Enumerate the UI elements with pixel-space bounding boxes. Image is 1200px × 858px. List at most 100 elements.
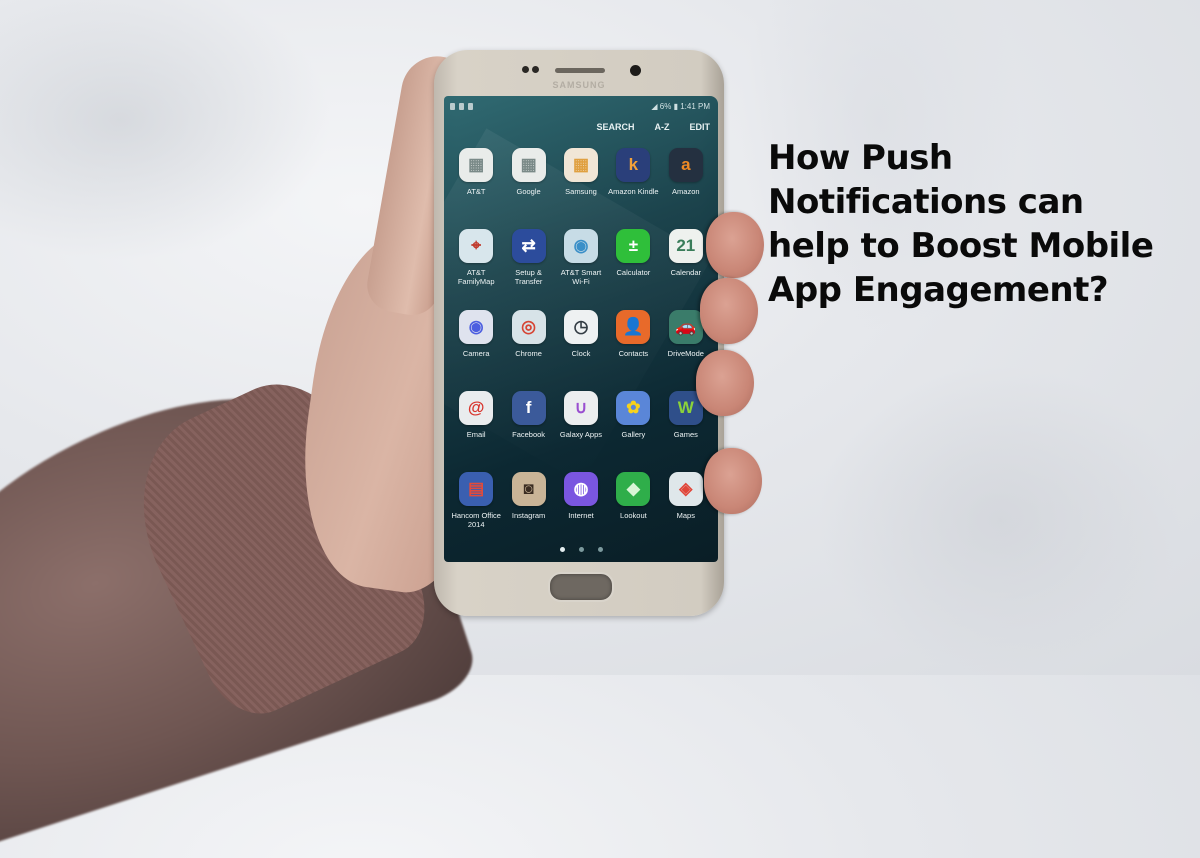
- app-label: Calculator: [616, 268, 651, 277]
- car-icon: 🚗: [668, 310, 703, 344]
- article-headline: How Push Notifications can help to Boost…: [768, 136, 1188, 312]
- notification-icon: [450, 102, 455, 110]
- front-camera: [630, 65, 641, 76]
- page-dot[interactable]: [559, 547, 565, 552]
- kindle-icon: k: [616, 148, 651, 182]
- instagram-icon: ◙: [511, 472, 546, 506]
- folder-icon: ▦: [459, 148, 494, 182]
- shield-icon: ◆: [616, 472, 651, 506]
- amazon-icon: a: [668, 148, 703, 182]
- app-shortcut[interactable]: ▦ Google: [502, 148, 554, 205]
- app-label: Maps: [676, 511, 695, 520]
- headline-line: Notifications can: [768, 182, 1084, 222]
- signal-icon: ◢: [651, 101, 658, 111]
- app-shortcut[interactable]: ✿ Gallery: [607, 391, 659, 448]
- app-label: Amazon: [672, 187, 700, 196]
- office-icon: ▤: [459, 472, 494, 506]
- chrome-icon: ◎: [511, 310, 546, 344]
- app-shortcut[interactable]: ◷ Clock: [555, 310, 607, 367]
- app-shortcut[interactable]: ∪ Galaxy Apps: [555, 391, 607, 448]
- maps-icon: ◈: [668, 472, 703, 506]
- folder-icon: ▦: [511, 148, 546, 182]
- app-grid: ▦ AT&T ▦ Google ▦ Samsung k Amazon Kindle a Amazo…: [450, 148, 712, 529]
- phone-brand-logo: SAMSUNG: [552, 80, 606, 90]
- sort-az-button[interactable]: A-Z: [654, 122, 669, 132]
- app-shortcut[interactable]: 👤 Contacts: [607, 310, 659, 367]
- app-label: Gallery: [621, 430, 646, 439]
- app-label: Google: [516, 187, 541, 196]
- phone-screen[interactable]: ◢ 6% ▮ 1:41 PM SEARCH A-Z EDIT ▦ AT&T ▦ Goo…: [444, 96, 718, 562]
- finger-middle: [700, 278, 758, 344]
- folder-icon: ▦: [563, 148, 598, 182]
- calendar-icon: 21: [668, 229, 703, 263]
- app-shortcut[interactable]: ◍ Internet: [555, 472, 607, 529]
- status-bar: ◢ 6% ▮ 1:41 PM: [450, 100, 710, 112]
- contacts-icon: 👤: [616, 310, 651, 344]
- app-shortcut[interactable]: 21 Calendar: [660, 229, 712, 286]
- notification-icon: [459, 102, 464, 110]
- app-shortcut[interactable]: @ Email: [450, 391, 502, 448]
- proximity-sensor: [522, 66, 529, 73]
- camera-icon: ◉: [459, 310, 494, 344]
- light-sensor: [532, 66, 539, 73]
- status-right: ◢ 6% ▮ 1:41 PM: [651, 102, 710, 111]
- app-label: AT&T: [466, 187, 486, 196]
- transfer-icon: ⇄: [511, 229, 546, 263]
- globe-icon: ◍: [563, 472, 598, 506]
- page-dot[interactable]: [597, 547, 603, 552]
- home-button[interactable]: [548, 572, 614, 602]
- app-shortcut[interactable]: ◙ Instagram: [502, 472, 554, 529]
- edit-button[interactable]: EDIT: [689, 122, 710, 132]
- app-label: AT&T FamilyMap: [457, 268, 495, 286]
- app-drawer-action-bar: SEARCH A-Z EDIT: [596, 122, 710, 132]
- finger-pinky: [704, 448, 762, 514]
- app-label: Games: [673, 430, 698, 439]
- app-label: Setup & Transfer: [514, 268, 543, 286]
- app-label: Amazon Kindle: [608, 187, 659, 196]
- facebook-icon: f: [511, 391, 546, 425]
- finger-ring: [696, 350, 754, 416]
- app-label: Email: [466, 430, 486, 439]
- search-button[interactable]: SEARCH: [596, 122, 634, 132]
- clock-time: 1:41 PM: [680, 101, 710, 111]
- email-icon: @: [459, 391, 494, 425]
- app-label: Instagram: [511, 511, 546, 520]
- app-shortcut[interactable]: ◉ AT&T Smart Wi-Fi: [555, 229, 607, 286]
- notification-icon: [468, 102, 473, 110]
- finger-index: [706, 212, 764, 278]
- app-shortcut[interactable]: ◆ Lookout: [607, 472, 659, 529]
- app-label: Galaxy Apps: [559, 430, 603, 439]
- app-shortcut[interactable]: ▤ Hancom Office 2014: [450, 472, 502, 529]
- smartphone: SAMSUNG ◢ 6% ▮ 1:41 PM SEARCH A-Z EDIT ▦…: [434, 50, 724, 616]
- app-shortcut[interactable]: ± Calculator: [607, 229, 659, 286]
- app-label: Contacts: [618, 349, 649, 358]
- app-shortcut[interactable]: ⌖ AT&T FamilyMap: [450, 229, 502, 286]
- page-dot[interactable]: [578, 547, 584, 552]
- app-shortcut[interactable]: ◎ Chrome: [502, 310, 554, 367]
- app-label: Samsung: [565, 187, 597, 196]
- battery-icon: ▮: [673, 101, 678, 111]
- page-indicator[interactable]: [444, 547, 718, 552]
- clock-icon: ◷: [563, 310, 598, 344]
- app-label: Calendar: [670, 268, 702, 277]
- notification-icons: [450, 102, 473, 110]
- app-label: Camera: [462, 349, 490, 358]
- map-pin-icon: ⌖: [459, 229, 494, 263]
- headline-line: App Engagement?: [768, 270, 1109, 310]
- app-shortcut[interactable]: ▦ Samsung: [555, 148, 607, 205]
- earpiece-speaker: [555, 68, 605, 73]
- app-shortcut[interactable]: k Amazon Kindle: [607, 148, 659, 205]
- app-shortcut[interactable]: ▦ AT&T: [450, 148, 502, 205]
- galaxy-apps-icon: ∪: [563, 391, 598, 425]
- app-label: AT&T Smart Wi-Fi: [560, 268, 602, 286]
- app-label: Internet: [568, 511, 594, 520]
- app-label: Lookout: [620, 511, 647, 520]
- app-shortcut[interactable]: ⇄ Setup & Transfer: [502, 229, 554, 286]
- headline-line: help to Boost Mobile: [768, 226, 1154, 266]
- app-shortcut[interactable]: a Amazon: [660, 148, 712, 205]
- app-shortcut[interactable]: ◉ Camera: [450, 310, 502, 367]
- app-label: Facebook: [512, 430, 546, 439]
- app-shortcut[interactable]: f Facebook: [502, 391, 554, 448]
- calculator-icon: ±: [616, 229, 651, 263]
- app-label: Chrome: [515, 349, 542, 358]
